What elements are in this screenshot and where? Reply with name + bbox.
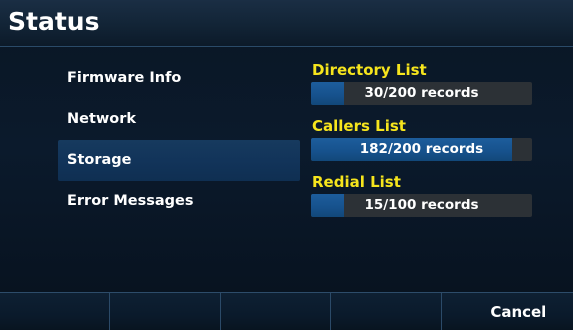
title-bar: Status bbox=[0, 0, 573, 47]
usage-bar-text: 182/200 records bbox=[359, 141, 484, 157]
menu-item-label: Network bbox=[67, 111, 137, 127]
menu-item-storage[interactable]: Storage bbox=[58, 140, 300, 181]
menu-item-network[interactable]: Network bbox=[58, 99, 300, 140]
softkey-4[interactable] bbox=[331, 293, 442, 330]
storage-panel: Directory List 30/200 records Callers Li… bbox=[311, 60, 541, 228]
redial-list-label: Redial List bbox=[312, 173, 401, 191]
usage-bar-text: 30/200 records bbox=[364, 85, 479, 101]
status-screen: Status Firmware Info Network Storage Err… bbox=[0, 0, 573, 330]
menu-item-label: Error Messages bbox=[67, 193, 194, 209]
usage-bar-text: 15/100 records bbox=[364, 197, 479, 213]
directory-list-label: Directory List bbox=[312, 61, 427, 79]
cancel-button[interactable]: Cancel bbox=[442, 293, 573, 330]
menu-item-firmware-info[interactable]: Firmware Info bbox=[58, 58, 300, 99]
softkey-3[interactable] bbox=[221, 293, 332, 330]
redial-list-usage-bar: 15/100 records bbox=[311, 194, 532, 217]
softkey-bar: Cancel bbox=[0, 292, 573, 330]
menu-item-label: Storage bbox=[67, 152, 132, 168]
menu-item-error-messages[interactable]: Error Messages bbox=[58, 181, 300, 222]
callers-list-label: Callers List bbox=[312, 117, 406, 135]
status-menu: Firmware Info Network Storage Error Mess… bbox=[58, 58, 300, 222]
softkey-1[interactable] bbox=[0, 293, 111, 330]
callers-list-usage-bar: 182/200 records bbox=[311, 138, 532, 161]
directory-list-usage-bar: 30/200 records bbox=[311, 82, 532, 105]
page-title: Status bbox=[8, 7, 100, 36]
menu-item-label: Firmware Info bbox=[67, 70, 182, 86]
softkey-2[interactable] bbox=[110, 293, 221, 330]
